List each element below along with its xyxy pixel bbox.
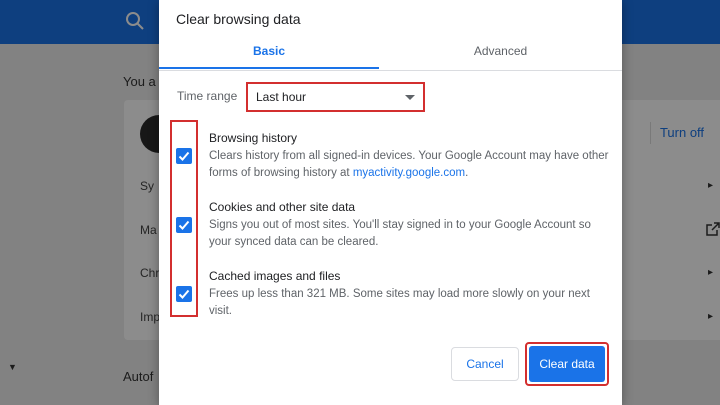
tab-basic[interactable]: Basic [159, 36, 379, 69]
cookies-description: Signs you out of most sites. You'll stay… [209, 219, 591, 248]
tab-bar: Basic Advanced [159, 36, 622, 71]
tab-advanced[interactable]: Advanced [379, 36, 622, 69]
cookies-title: Cookies and other site data [209, 200, 356, 214]
checkmark-icon [178, 220, 190, 230]
time-range-value: Last hour [256, 90, 307, 104]
cookies-checkbox[interactable] [176, 217, 192, 233]
cancel-button[interactable]: Cancel [451, 347, 519, 381]
time-range-select[interactable]: Last hour [246, 82, 425, 112]
clear-data-highlight: Clear data [525, 342, 609, 386]
clear-data-button[interactable]: Clear data [529, 346, 605, 382]
dialog-title: Clear browsing data [176, 11, 301, 27]
browsing-history-title: Browsing history [209, 131, 298, 145]
checkmark-icon [178, 289, 190, 299]
checkmark-icon [178, 151, 190, 161]
browsing-history-description: Clears history from all signed-in device… [209, 148, 609, 182]
cached-images-description: Frees up less than 321 MB. Some sites ma… [209, 288, 590, 317]
browsing-history-checkbox[interactable] [176, 148, 192, 164]
cached-images-checkbox[interactable] [176, 286, 192, 302]
clear-browsing-data-dialog: Clear browsing data Basic Advanced Time … [159, 0, 622, 405]
time-range-label: Time range [177, 89, 238, 103]
description-period: . [465, 167, 469, 179]
cached-images-title: Cached images and files [209, 269, 341, 283]
myactivity-link[interactable]: myactivity.google.com [353, 167, 465, 179]
dropdown-arrow-icon [405, 95, 415, 100]
selected-tab-indicator [159, 67, 379, 69]
